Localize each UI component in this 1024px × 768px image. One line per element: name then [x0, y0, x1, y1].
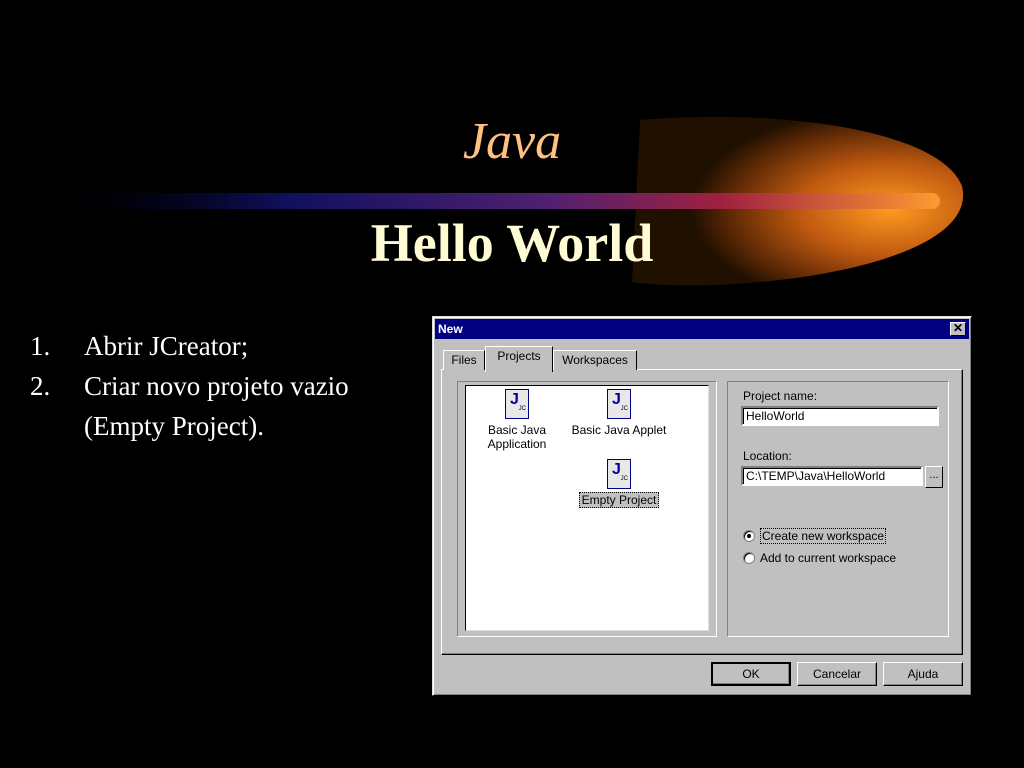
step-number: 2. [30, 371, 51, 401]
help-button[interactable]: Ajuda [883, 662, 963, 686]
jcreator-project-icon: J JC [607, 459, 631, 489]
project-label: Empty Project [578, 492, 660, 508]
add-to-current-workspace-option[interactable]: Add to current workspace [743, 551, 896, 565]
jcreator-project-icon: J JC [505, 389, 529, 419]
slide-subtitle: Hello World [370, 213, 654, 273]
location-label: Location: [743, 449, 792, 463]
new-dialog: New ✕ Files Projects Workspaces J JC Basi… [432, 316, 972, 696]
project-basic-java-application[interactable]: J JC Basic Java Application [467, 389, 567, 451]
dialog-title: New [438, 322, 463, 336]
tab-projects[interactable]: Projects [485, 346, 553, 372]
close-button[interactable]: ✕ [950, 322, 966, 336]
step-item: 1. Abrir JCreator; [30, 326, 360, 366]
project-label: Basic Java Applet [571, 423, 667, 437]
location-input[interactable] [741, 466, 923, 486]
step-text: Abrir JCreator; [84, 331, 249, 361]
slide-title: Java [462, 113, 562, 170]
project-label: Basic Java Application [487, 423, 547, 451]
step-item: 2. Criar novo projeto vazio (Empty Proje… [30, 366, 360, 446]
step-number: 1. [30, 331, 51, 361]
tab-files[interactable]: Files [443, 350, 485, 370]
browse-button[interactable]: ... [925, 466, 943, 488]
project-name-input[interactable] [741, 406, 939, 426]
dialog-titlebar[interactable]: New ✕ [435, 319, 969, 339]
step-text: Criar novo projeto vazio (Empty Project)… [84, 371, 349, 441]
radio-unchecked-icon[interactable] [743, 552, 755, 564]
create-new-workspace-option[interactable]: Create new workspace [743, 528, 887, 544]
radio-label: Add to current workspace [760, 551, 897, 565]
project-empty-project[interactable]: J JC Empty Project [569, 459, 669, 508]
ok-button[interactable]: OK [711, 662, 791, 686]
project-name-label: Project name: [743, 389, 818, 403]
tab-workspaces[interactable]: Workspaces [553, 350, 637, 370]
project-basic-java-applet[interactable]: J JC Basic Java Applet [569, 389, 669, 437]
radio-checked-icon[interactable] [743, 530, 755, 542]
radio-label: Create new workspace [760, 528, 887, 544]
jcreator-project-icon: J JC [607, 389, 631, 419]
cancel-button[interactable]: Cancelar [797, 662, 877, 686]
close-icon: ✕ [952, 321, 964, 335]
steps-list: 1. Abrir JCreator; 2. Criar novo projeto… [30, 326, 360, 446]
